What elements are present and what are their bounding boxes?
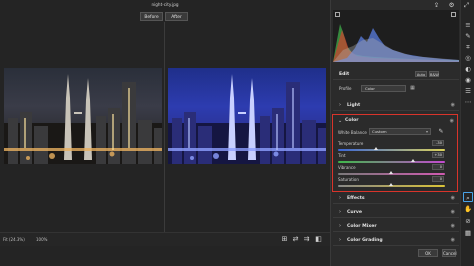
saturation-thumb[interactable] xyxy=(389,183,394,187)
section-curve[interactable]: › Curve ◉ xyxy=(333,206,459,218)
eye-icon[interactable]: ◉ xyxy=(451,237,455,243)
tab-after[interactable]: After xyxy=(165,12,188,21)
highlight-clipping-icon[interactable] xyxy=(451,12,456,17)
red-eye-icon[interactable]: ◉ xyxy=(463,75,473,85)
white-balance-row: White Balance Custom ▾ ✎ xyxy=(333,128,457,136)
section-curve-label: Curve xyxy=(347,209,363,215)
temperature-thumb[interactable] xyxy=(374,147,379,151)
settings-icon[interactable]: ⚙ xyxy=(447,1,456,10)
eyedropper-icon[interactable]: ✎ xyxy=(437,128,445,136)
mask-icon[interactable]: ◐ xyxy=(463,64,473,74)
section-color-label: Color xyxy=(345,118,359,123)
cycle-view-icon[interactable]: ⊞ xyxy=(280,235,289,244)
histogram-graph xyxy=(333,24,459,62)
bottom-bar: Fit (24.3%) 100% ⊞ ⇄ ⇉ ◧ xyxy=(0,232,330,246)
tint-value[interactable]: +30 xyxy=(432,152,444,158)
expand-icon[interactable]: ⤢ xyxy=(462,1,471,10)
saturation-slider[interactable]: Saturation 0 xyxy=(333,176,457,191)
right-toolbar: ≡ ✎ ⌗ ◎ ◐ ◉ ☰ ⋯ ⌕ ✋ ⊘ ▦ xyxy=(460,0,474,266)
edit-title: Edit xyxy=(339,72,350,77)
before-after-divider[interactable] xyxy=(164,22,165,244)
copy-settings-icon[interactable]: ⇉ xyxy=(302,235,311,244)
eye-icon[interactable]: ◉ xyxy=(451,223,455,229)
heal-icon[interactable]: ◎ xyxy=(463,53,473,63)
temperature-value[interactable]: -30 xyxy=(432,140,444,146)
export-icon[interactable]: ⇪ xyxy=(432,1,441,10)
cancel-button[interactable]: Cancel xyxy=(442,249,457,257)
eye-icon[interactable]: ◉ xyxy=(451,209,455,215)
section-effects[interactable]: › Effects ◉ xyxy=(333,192,459,204)
chevron-right-icon: › xyxy=(339,102,341,108)
section-color-grading-label: Color Grading xyxy=(347,237,383,243)
chevron-right-icon: › xyxy=(339,237,341,243)
tint-thumb[interactable] xyxy=(410,159,415,163)
vibrance-label: Vibrance xyxy=(338,165,356,170)
crop-icon[interactable]: ⌗ xyxy=(463,42,473,52)
vibrance-value[interactable]: 0 xyxy=(432,164,444,170)
section-light[interactable]: › Light ◉ xyxy=(333,99,459,111)
white-balance-select[interactable]: Custom ▾ xyxy=(369,128,431,135)
hand-icon[interactable]: ✋ xyxy=(463,204,473,214)
chevron-right-icon: › xyxy=(339,195,341,201)
profile-row: Profile Color ▦ xyxy=(333,84,459,94)
fit-zoom-label[interactable]: Fit (24.3%) xyxy=(3,237,25,242)
white-balance-value: Custom xyxy=(372,129,387,134)
tint-track[interactable] xyxy=(338,161,445,163)
section-color-mixer[interactable]: › Color Mixer ◉ xyxy=(333,220,459,232)
chevron-right-icon: › xyxy=(339,209,341,215)
eyedropper-icon[interactable]: ⊘ xyxy=(463,216,473,226)
zoom-icon[interactable]: ⌕ xyxy=(463,192,473,202)
canvas-area: night-city.jpg Before After Fit (24.3%) … xyxy=(0,0,330,266)
histogram xyxy=(333,10,459,62)
profile-label: Profile xyxy=(339,86,352,91)
before-photo xyxy=(4,68,162,164)
eye-icon[interactable]: ◉ xyxy=(451,102,455,108)
bw-button[interactable]: B&W xyxy=(429,71,439,77)
temperature-track[interactable] xyxy=(338,149,445,151)
tint-label: Tint xyxy=(338,153,346,158)
profile-select[interactable]: Color xyxy=(361,85,406,92)
presets-icon[interactable]: ☰ xyxy=(463,86,473,96)
section-color: ⌄ Color ◉ White Balance Custom ▾ ✎ Tempe… xyxy=(332,114,458,192)
more-icon[interactable]: ⋯ xyxy=(463,97,473,107)
section-color-mixer-label: Color Mixer xyxy=(347,223,377,229)
eye-icon[interactable]: ◉ xyxy=(451,195,455,201)
after-skyline xyxy=(168,74,326,164)
chevron-right-icon: › xyxy=(339,223,341,229)
before-skyline xyxy=(4,74,162,164)
edit-sliders-icon[interactable]: ≡ xyxy=(463,20,473,30)
ok-button[interactable]: OK xyxy=(418,249,438,257)
saturation-value[interactable]: 0 xyxy=(432,176,444,182)
grid-icon[interactable]: ▦ xyxy=(463,228,473,238)
toggle-preview-icon[interactable]: ◧ xyxy=(314,235,323,244)
brush-icon[interactable]: ✎ xyxy=(463,31,473,41)
section-color-grading[interactable]: › Color Grading ◉ xyxy=(333,234,459,246)
chevron-down-icon: ▾ xyxy=(425,129,428,134)
section-light-label: Light xyxy=(347,102,361,108)
panel-bottom-bar: OK Cancel xyxy=(330,246,460,266)
eye-icon[interactable]: ◉ xyxy=(450,118,454,124)
section-color-header[interactable]: ⌄ Color ◉ xyxy=(333,115,457,126)
shadow-clipping-icon[interactable] xyxy=(335,12,340,17)
profile-browser-icon[interactable]: ▦ xyxy=(409,85,416,92)
after-photo xyxy=(168,68,326,164)
tab-before[interactable]: Before xyxy=(140,12,163,21)
temperature-label: Temperature xyxy=(338,141,364,146)
chevron-down-icon: ⌄ xyxy=(338,117,343,124)
file-title: night-city.jpg xyxy=(151,2,179,7)
swap-icon[interactable]: ⇄ xyxy=(291,235,300,244)
vibrance-thumb[interactable] xyxy=(389,171,394,175)
saturation-label: Saturation xyxy=(338,177,359,182)
section-effects-label: Effects xyxy=(347,195,365,201)
edit-header: Edit Auto B&W xyxy=(333,68,459,80)
auto-button[interactable]: Auto xyxy=(415,71,427,77)
zoom-100-label[interactable]: 100% xyxy=(36,237,47,242)
white-balance-label: White Balance xyxy=(338,129,367,135)
